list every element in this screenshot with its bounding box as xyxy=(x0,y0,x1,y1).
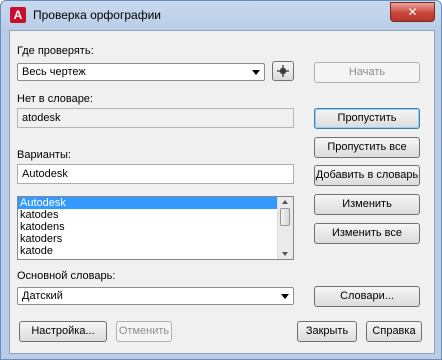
suggestion-input[interactable]: Autodesk xyxy=(17,164,294,184)
dialog-body: Где проверять: Весь чертеж Начать Нет в … xyxy=(9,30,435,354)
scroll-down-icon[interactable] xyxy=(282,252,288,256)
scroll-up-icon[interactable] xyxy=(282,200,288,204)
not-in-dictionary-label: Нет в словаре: xyxy=(17,93,93,105)
suggestion-input-value: Autodesk xyxy=(22,168,68,180)
select-objects-button[interactable] xyxy=(272,61,294,81)
list-item[interactable]: katodes xyxy=(18,209,293,221)
where-to-check-dropdown[interactable]: Весь чертеж xyxy=(17,63,265,81)
autocad-app-icon: A xyxy=(10,7,26,23)
where-to-check-value: Весь чертеж xyxy=(22,66,86,78)
list-item[interactable]: katode xyxy=(18,245,293,257)
undo-button[interactable]: Отменить xyxy=(116,321,172,342)
close-button[interactable]: Закрыть xyxy=(297,321,357,342)
ignore-all-button[interactable]: Пропустить все xyxy=(314,137,420,158)
window-title: Проверка орфографии xyxy=(33,8,161,22)
crosshair-icon xyxy=(277,65,289,77)
where-to-check-label: Где проверять: xyxy=(17,45,94,57)
main-dictionary-dropdown[interactable]: Датский xyxy=(17,287,294,305)
ignore-button[interactable]: Пропустить xyxy=(314,108,420,129)
list-item[interactable]: katodens xyxy=(18,221,293,233)
suggestions-label: Варианты: xyxy=(17,149,71,161)
misspelled-word: atodesk xyxy=(22,112,61,124)
suggestions-list[interactable]: Autodesk katodes katodens katoders katode xyxy=(17,196,294,260)
main-dictionary-value: Датский xyxy=(22,290,63,302)
start-button[interactable]: Начать xyxy=(314,62,420,83)
help-button[interactable]: Справка xyxy=(366,321,422,342)
close-window-button[interactable]: ✕ xyxy=(390,2,435,22)
dictionaries-button[interactable]: Словари... xyxy=(314,286,420,307)
scrollbar-thumb[interactable] xyxy=(280,208,290,226)
chevron-down-icon xyxy=(281,294,289,299)
change-all-button[interactable]: Изменить все xyxy=(314,223,420,244)
change-button[interactable]: Изменить xyxy=(314,194,420,215)
main-dictionary-label: Основной словарь: xyxy=(17,270,116,282)
add-to-dictionary-button[interactable]: Добавить в словарь xyxy=(314,165,420,186)
title-bar: A Проверка орфографии ✕ xyxy=(1,1,441,29)
list-item[interactable]: katoders xyxy=(18,233,293,245)
chevron-down-icon xyxy=(252,70,260,75)
not-in-dictionary-field: atodesk xyxy=(17,108,294,128)
spell-check-dialog: A Проверка орфографии ✕ Где проверять: В… xyxy=(0,0,442,360)
suggestions-list-items: Autodesk katodes katodens katoders katode xyxy=(18,197,293,257)
suggestions-scrollbar[interactable] xyxy=(277,197,293,259)
list-item[interactable]: Autodesk xyxy=(18,197,293,209)
settings-button[interactable]: Настройка... xyxy=(19,321,107,342)
